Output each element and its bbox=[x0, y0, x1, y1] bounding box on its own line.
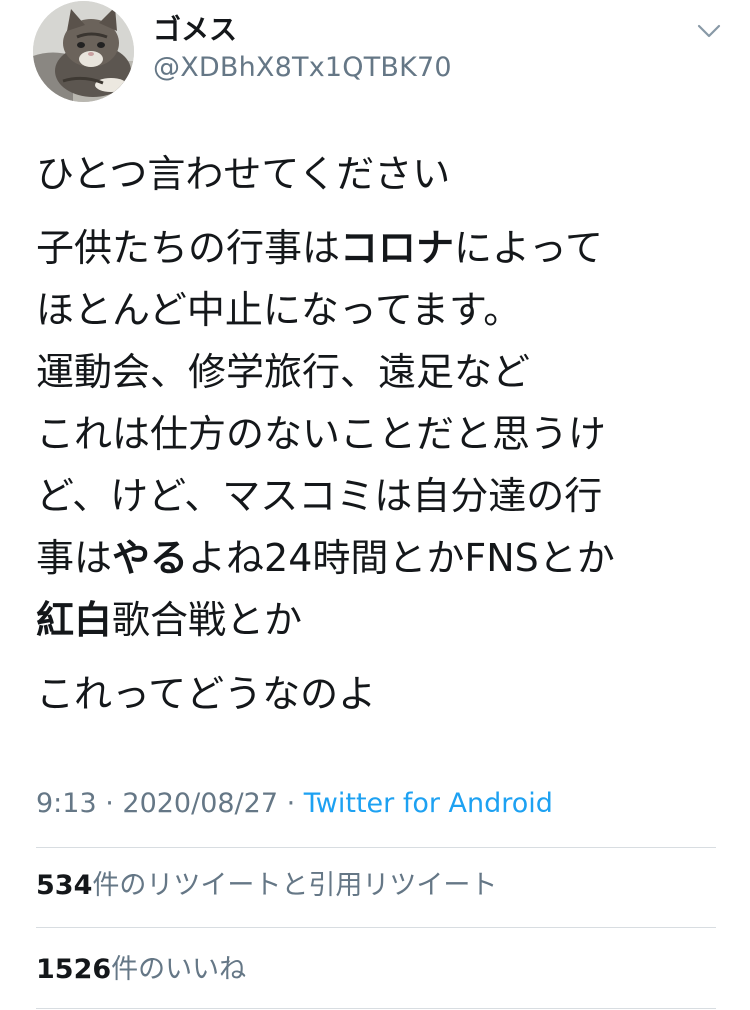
tweet-paragraph: これってどうなのよ bbox=[36, 663, 716, 725]
tweet-text-segment: ひとつ言わせてください bbox=[36, 152, 451, 196]
divider bbox=[36, 1008, 716, 1009]
tweet-line: 子供たちの行事はコロナによって bbox=[36, 217, 716, 279]
tweet-text-segment: これは仕方のないことだと思うけ bbox=[36, 412, 607, 456]
divider bbox=[36, 927, 716, 928]
divider bbox=[36, 847, 716, 848]
tweet-line: 事はやるよね24時間とかFNSとか bbox=[36, 527, 716, 589]
tweet-text-segment: によって bbox=[454, 226, 603, 270]
chevron-down-icon[interactable] bbox=[696, 20, 722, 42]
retweet-count: 534 bbox=[36, 870, 93, 901]
tweet-line: 紅白歌合戦とか bbox=[36, 589, 716, 651]
tweet-detail: ゴメス @XDBhX8Tx1QTBK70 ひとつ言わせてください 子供たちの行事は… bbox=[0, 0, 750, 1010]
like-label: 件のいいね bbox=[111, 954, 247, 985]
display-name[interactable]: ゴメス bbox=[153, 12, 237, 48]
tweet-line: ほとんど中止になってます。 bbox=[36, 279, 716, 341]
likes-stat[interactable]: 1526件のいいね bbox=[36, 950, 246, 990]
tweet-source-link[interactable]: Twitter for Android bbox=[304, 788, 553, 819]
tweet-meta: 9:13 · 2020/08/27 · Twitter for Android bbox=[36, 784, 553, 824]
retweets-stat[interactable]: 534件のリツイートと引用リツイート bbox=[36, 866, 497, 906]
tweet-text: ひとつ言わせてください 子供たちの行事はコロナによって ほとんど中止になってます。運… bbox=[36, 143, 716, 725]
tweet-line: これってどうなのよ bbox=[36, 663, 716, 725]
tweet-text-segment: これってどうなのよ bbox=[36, 672, 377, 716]
tweet-bold-text: コロナ bbox=[340, 226, 455, 270]
cat-photo-avatar-icon bbox=[33, 1, 134, 102]
tweet-line: これは仕方のないことだと思うけ bbox=[36, 403, 716, 465]
tweet-text-segment: 運動会、修学旅行、遠足など bbox=[36, 350, 531, 394]
meta-separator: · bbox=[96, 788, 123, 819]
tweet-line: 運動会、修学旅行、遠足など bbox=[36, 341, 716, 403]
retweet-label: 件のリツイートと引用リツイート bbox=[92, 870, 498, 901]
tweet-text-segment: 事は bbox=[36, 536, 113, 580]
meta-separator: · bbox=[278, 788, 304, 819]
tweet-line: ひとつ言わせてください bbox=[36, 143, 716, 205]
tweet-bold-text: 紅白 bbox=[36, 598, 113, 642]
tweet-paragraph: ひとつ言わせてください bbox=[36, 143, 716, 205]
user-handle[interactable]: @XDBhX8Tx1QTBK70 bbox=[153, 50, 452, 86]
like-count: 1526 bbox=[36, 954, 112, 985]
tweet-text-segment: ど、けど、マスコミは自分達の行 bbox=[36, 474, 603, 518]
tweet-bold-text: やる bbox=[112, 536, 189, 580]
tweet-line: ど、けど、マスコミは自分達の行 bbox=[36, 465, 716, 527]
tweet-date[interactable]: 2020/08/27 bbox=[122, 788, 278, 819]
tweet-text-segment: よね24時間とかFNSとか bbox=[188, 536, 615, 580]
tweet-text-segment: ほとんど中止になってます。 bbox=[36, 288, 522, 332]
tweet-time[interactable]: 9:13 bbox=[36, 788, 97, 819]
tweet-text-segment: 子供たちの行事は bbox=[36, 226, 341, 270]
tweet-paragraph: 子供たちの行事はコロナによってほとんど中止になってます。 運動会、修学旅行、遠足な… bbox=[36, 217, 716, 651]
tweet-text-segment: 歌合戦とか bbox=[112, 598, 303, 642]
avatar[interactable] bbox=[33, 1, 134, 102]
